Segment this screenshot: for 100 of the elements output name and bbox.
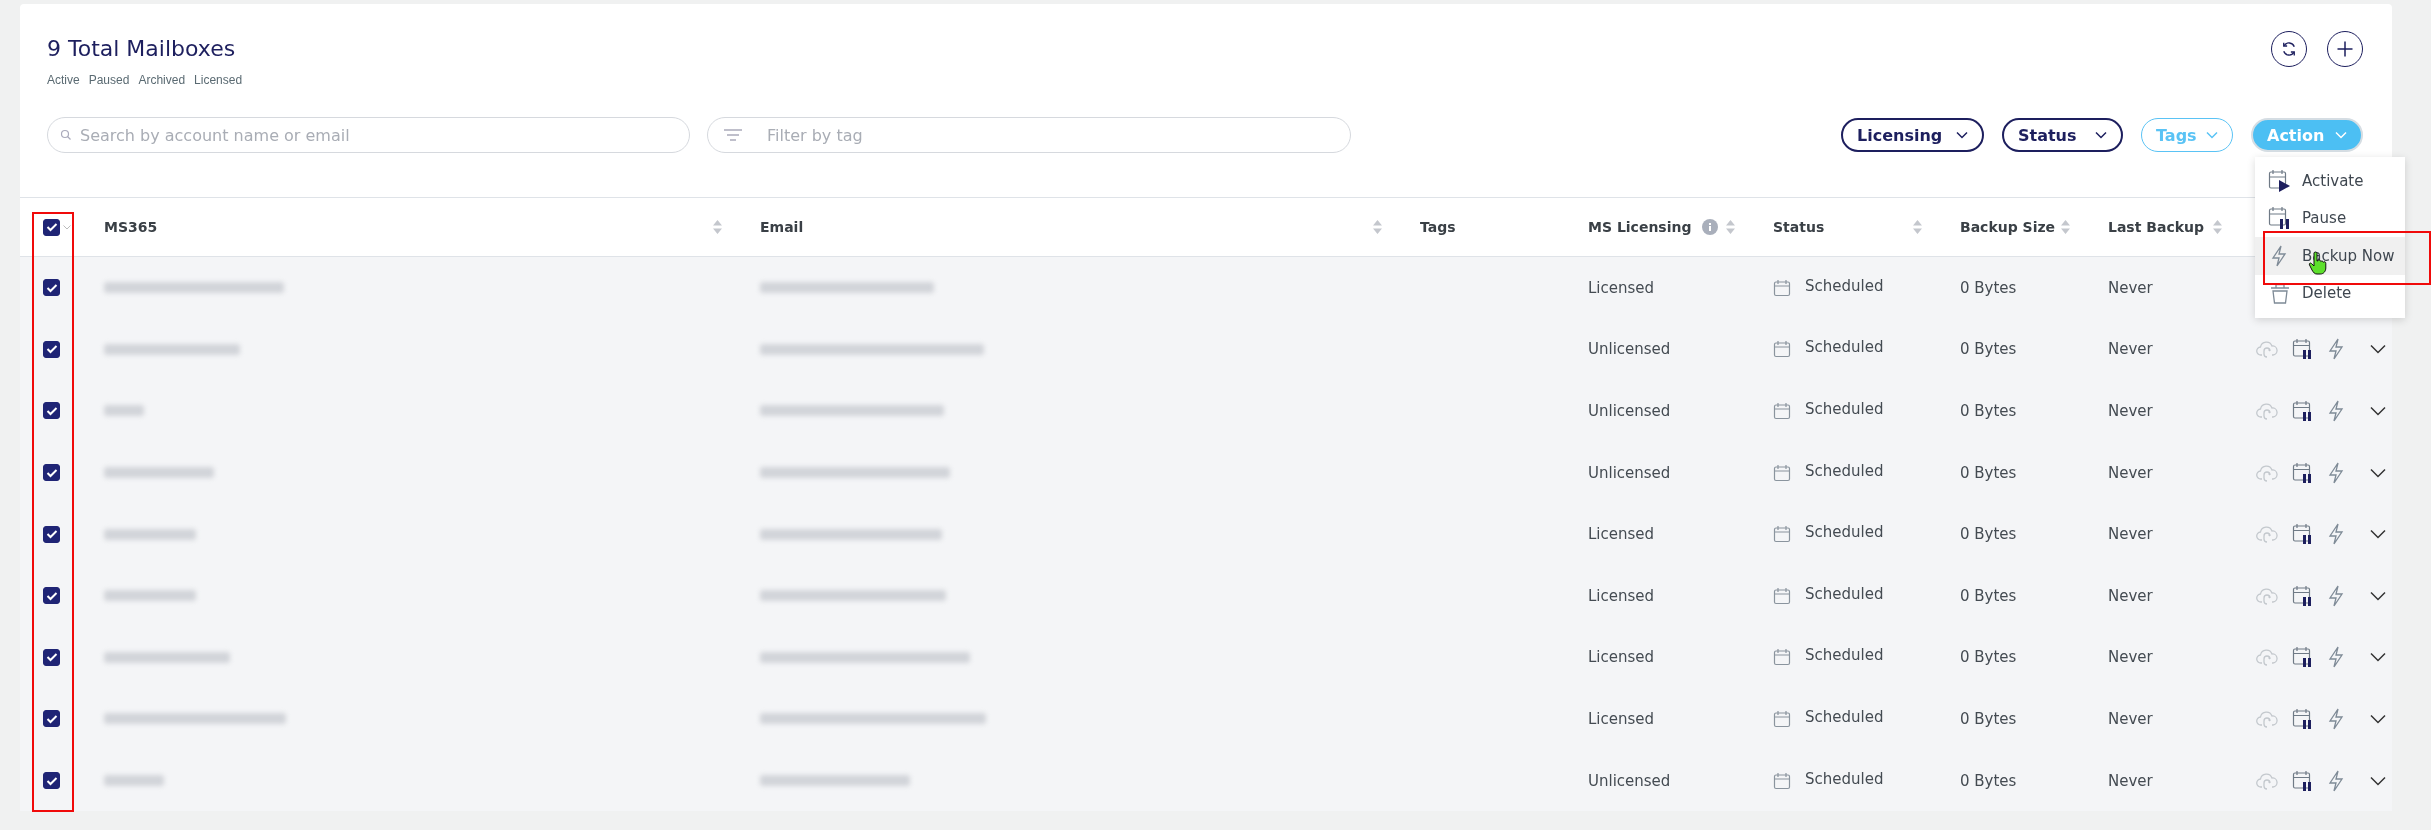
chevron-down-icon	[2206, 131, 2218, 139]
chevron-down-icon	[1956, 131, 1968, 139]
chevron-down-icon	[2335, 131, 2347, 139]
tag-filter-field[interactable]: Filter by tag	[707, 117, 1351, 153]
row-checkbox[interactable]	[43, 648, 60, 666]
table-cell: 0 Bytes	[1960, 586, 2017, 605]
column-header[interactable]: Status	[1753, 219, 1940, 235]
calendar-icon	[1773, 463, 1791, 482]
calendar-pause-icon[interactable]	[2292, 707, 2314, 730]
blurred-name	[104, 775, 164, 787]
table-cell: Never	[2108, 402, 2153, 420]
dropdown-button[interactable]: Licensing	[1841, 118, 1984, 152]
table-cell: Licensed	[1588, 648, 1655, 667]
table-cell: Never	[2108, 771, 2153, 790]
lightning-icon[interactable]	[2328, 707, 2344, 730]
row-checkbox[interactable]	[43, 340, 60, 358]
lightning-icon[interactable]	[2328, 646, 2344, 669]
chevron-down-icon[interactable]	[2370, 590, 2386, 601]
status-filter-link[interactable]: Archived	[138, 73, 186, 87]
calendar-icon	[1773, 586, 1791, 605]
filter-icon	[723, 128, 743, 142]
row-checkbox[interactable]	[43, 710, 60, 728]
lightning-icon[interactable]	[2328, 523, 2344, 546]
calendar-pause-icon	[2268, 206, 2292, 231]
calendar-pause-icon[interactable]	[2292, 769, 2314, 792]
table-cell: Licensed	[1588, 586, 1655, 605]
search-field[interactable]: Search by account name or email	[47, 117, 690, 153]
status-filter-link[interactable]: Licensed	[194, 73, 243, 87]
lightning-icon[interactable]	[2328, 338, 2344, 361]
calendar-pause-icon[interactable]	[2292, 338, 2314, 361]
table-cell: Unlicensed	[1588, 402, 1671, 420]
table-cell: Scheduled	[1805, 769, 1884, 788]
table-cell: Unlicensed	[1588, 771, 1671, 790]
chevron-down-icon[interactable]	[2370, 652, 2386, 663]
calendar-pause-icon[interactable]	[2292, 400, 2314, 422]
row-checkbox[interactable]	[43, 464, 60, 482]
table-cell: Scheduled	[1805, 461, 1884, 480]
calendar-icon	[1773, 709, 1791, 728]
table-cell: Never	[2108, 525, 2153, 544]
add-button[interactable]	[2327, 31, 2363, 67]
table-cell: 0 Bytes	[1960, 278, 2017, 297]
column-header[interactable]: Email	[740, 219, 1400, 235]
calendar-pause-icon[interactable]	[2292, 646, 2314, 669]
table-cell: Licensed	[1588, 278, 1655, 297]
blurred-name	[104, 405, 144, 417]
calendar-icon	[1773, 340, 1791, 359]
chevron-down-icon[interactable]	[2370, 529, 2386, 540]
menu-item[interactable]: Activate	[2255, 162, 2405, 200]
chevron-down-icon[interactable]	[2370, 344, 2386, 355]
table-cell: Scheduled	[1805, 276, 1884, 295]
calendar-icon	[1773, 525, 1791, 544]
column-header[interactable]: MS365	[84, 219, 740, 235]
dropdown-button[interactable]: Status	[2002, 118, 2123, 152]
table-cell: Never	[2108, 648, 2153, 667]
row-checkbox[interactable]	[43, 772, 60, 790]
table-cell: 0 Bytes	[1960, 648, 2017, 667]
table-cell: Scheduled	[1805, 523, 1884, 542]
table-cell: Never	[2108, 586, 2153, 605]
table-cell: Never	[2108, 340, 2153, 359]
lightning-icon[interactable]	[2328, 769, 2344, 792]
menu-item[interactable]: Delete	[2255, 274, 2405, 312]
calendar-icon	[1773, 402, 1791, 420]
table-cell: Never	[2108, 709, 2153, 728]
table-cell: 0 Bytes	[1960, 340, 2017, 359]
chevron-down-icon[interactable]	[2370, 467, 2386, 478]
lightning-icon[interactable]	[2328, 461, 2344, 484]
table-cell: Licensed	[1588, 709, 1655, 728]
table-cell: Unlicensed	[1588, 340, 1671, 359]
lightning-icon[interactable]	[2328, 400, 2344, 422]
chevron-down-icon[interactable]	[2370, 775, 2386, 786]
select-all-checkbox[interactable]	[43, 218, 60, 236]
search-icon	[60, 129, 72, 141]
chevron-down-icon[interactable]	[2370, 406, 2386, 416]
table-cell: Never	[2108, 463, 2153, 482]
table-cell: Scheduled	[1805, 338, 1884, 357]
table-cell: 0 Bytes	[1960, 709, 2017, 728]
table-cell: Scheduled	[1805, 584, 1884, 603]
table-cell: Never	[2108, 278, 2153, 297]
calendar-play-icon	[2268, 168, 2292, 193]
table-cell: 0 Bytes	[1960, 771, 2017, 790]
calendar-pause-icon[interactable]	[2292, 584, 2314, 607]
chevron-down-icon	[2095, 131, 2107, 139]
calendar-pause-icon[interactable]	[2292, 461, 2314, 484]
table-cell: Licensed	[1588, 525, 1655, 544]
calendar-icon	[1773, 278, 1791, 297]
row-checkbox[interactable]	[43, 279, 60, 297]
menu-item[interactable]: Pause	[2255, 199, 2405, 237]
row-checkbox[interactable]	[43, 587, 60, 605]
chevron-down-icon[interactable]	[2370, 713, 2386, 724]
row-checkbox[interactable]	[43, 402, 60, 420]
column-header[interactable]: Last Backup	[2088, 219, 2240, 235]
status-filter-link[interactable]: Active	[47, 73, 80, 87]
table-cell: 0 Bytes	[1960, 463, 2017, 482]
refresh-button[interactable]	[2271, 31, 2307, 67]
column-header[interactable]: Backup Size	[1940, 219, 2088, 235]
row-checkbox[interactable]	[43, 525, 60, 543]
page-title: 9 Total Mailboxes	[47, 36, 237, 61]
lightning-icon[interactable]	[2328, 584, 2344, 607]
calendar-pause-icon[interactable]	[2292, 523, 2314, 546]
status-filter-link[interactable]: Paused	[88, 73, 130, 87]
